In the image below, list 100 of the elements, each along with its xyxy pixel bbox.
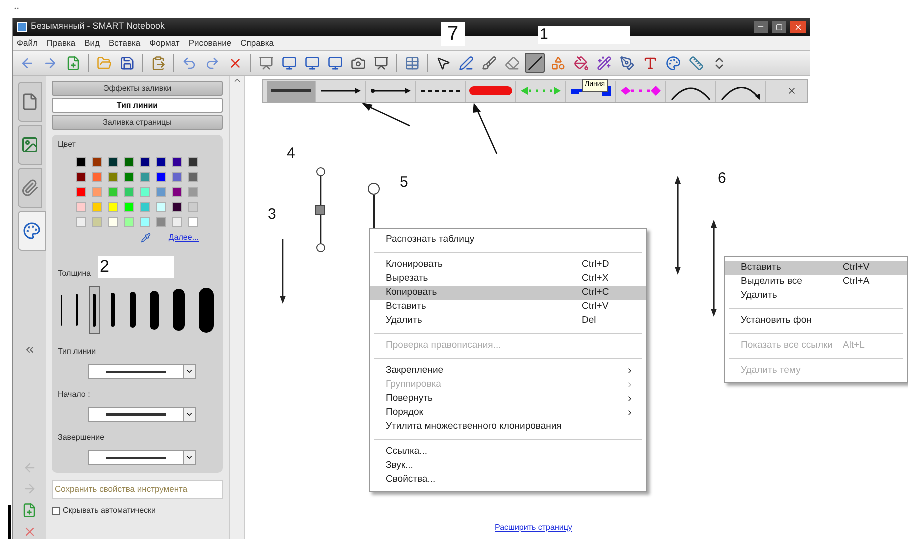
app-icon: [17, 22, 27, 32]
color-swatch[interactable]: [172, 172, 182, 182]
extend-page-link[interactable]: Расширить страницу: [495, 522, 572, 534]
side-tab[interactable]: [18, 82, 42, 122]
color-swatch[interactable]: [156, 172, 166, 182]
color-swatch[interactable]: [108, 187, 118, 197]
callout-box: 7: [441, 22, 465, 46]
scroll-up-icon[interactable]: [232, 76, 242, 85]
eyedropper-icon[interactable]: [140, 233, 151, 243]
color-swatch[interactable]: [124, 187, 134, 197]
margin-bar: [8, 505, 11, 539]
menu-item[interactable]: Удалить Del: [370, 314, 646, 328]
color-swatch[interactable]: [108, 157, 118, 167]
collapse-icon[interactable]: [24, 344, 36, 356]
line-style-dropdown[interactable]: [88, 364, 196, 379]
menu-item[interactable]: Вставить Ctrl+V: [370, 300, 646, 314]
close-button[interactable]: [790, 21, 806, 33]
color-swatch[interactable]: [124, 157, 134, 167]
thickness-option[interactable]: [89, 286, 100, 334]
minimize-button[interactable]: [754, 21, 768, 33]
color-swatch[interactable]: [140, 157, 150, 167]
color-swatch[interactable]: [124, 172, 134, 182]
more-colors-link[interactable]: Далее...: [168, 232, 199, 244]
color-swatch[interactable]: [172, 157, 182, 167]
color-swatch[interactable]: [156, 217, 166, 227]
color-swatch[interactable]: [92, 157, 102, 167]
menu-bar-item[interactable]: Правка: [46, 36, 76, 50]
property-tab[interactable]: Тип линии: [52, 98, 223, 113]
color-swatch[interactable]: [140, 187, 150, 197]
property-tab[interactable]: Эффекты заливки: [52, 81, 223, 96]
menu-item[interactable]: Удалить: [725, 289, 907, 303]
color-swatch[interactable]: [156, 202, 166, 212]
side-tab[interactable]: [18, 168, 42, 208]
color-swatch[interactable]: [140, 172, 150, 182]
magic-wand-icon: [596, 56, 612, 70]
line-style-dropdown[interactable]: [88, 450, 196, 465]
line-style-dropdown[interactable]: [88, 407, 196, 422]
color-swatch[interactable]: [76, 187, 86, 197]
save-icon: [120, 56, 134, 70]
property-tab[interactable]: Заливка страницы: [52, 115, 223, 130]
color-swatch[interactable]: [188, 187, 198, 197]
color-swatch[interactable]: [140, 202, 150, 212]
menu-bar-item[interactable]: Вставка: [109, 36, 141, 50]
color-swatch[interactable]: [124, 202, 134, 212]
toolbar-button[interactable]: [525, 53, 545, 73]
menu-item[interactable]: Выделить все Ctrl+A: [725, 275, 907, 289]
color-swatch[interactable]: [140, 217, 150, 227]
maximize-button[interactable]: [772, 21, 786, 33]
line-with-handle[interactable]: [368, 183, 380, 228]
menu-bar-item[interactable]: Формат: [150, 36, 180, 50]
color-label: Цвет: [58, 139, 77, 151]
color-swatch[interactable]: [92, 202, 102, 212]
menu-bar-item[interactable]: Справка: [240, 36, 274, 50]
menu-item[interactable]: Распознать таблицу: [370, 233, 646, 247]
color-swatch[interactable]: [156, 157, 166, 167]
menu-item[interactable]: Порядок: [370, 406, 646, 420]
color-swatch[interactable]: [188, 202, 198, 212]
side-tab[interactable]: [18, 211, 46, 251]
color-swatch[interactable]: [188, 157, 198, 167]
menu-item[interactable]: Вырезать Ctrl+X: [370, 272, 646, 286]
color-swatch[interactable]: [172, 202, 182, 212]
menu-item[interactable]: Закрепление: [370, 364, 646, 378]
menu-bar-item[interactable]: Рисование: [188, 36, 232, 50]
menu-item[interactable]: Повернуть: [370, 392, 646, 406]
menu-item[interactable]: Копировать Ctrl+C: [370, 286, 646, 300]
menu-item[interactable]: Вставить Ctrl+V: [725, 261, 907, 275]
menu-item[interactable]: Звук...: [370, 459, 646, 473]
color-swatch[interactable]: [76, 217, 86, 227]
menu-item[interactable]: Ссылка...: [370, 445, 646, 459]
color-swatch[interactable]: [76, 202, 86, 212]
color-swatch[interactable]: [172, 187, 182, 197]
menu-item[interactable]: Свойства...: [370, 473, 646, 487]
scrollbar[interactable]: [229, 76, 245, 539]
color-swatch[interactable]: [92, 172, 102, 182]
menu-item[interactable]: Установить фон: [725, 314, 907, 328]
color-swatch[interactable]: [108, 202, 118, 212]
save-properties-field[interactable]: Сохранить свойства инструмента: [52, 480, 223, 499]
color-swatch[interactable]: [92, 187, 102, 197]
menu-item[interactable]: Утилита множественного клонирования: [370, 420, 646, 434]
line-style-option[interactable]: [267, 80, 316, 102]
menu-item[interactable]: Клонировать Ctrl+D: [370, 258, 646, 272]
close-icon[interactable]: [787, 86, 797, 96]
side-tab[interactable]: [18, 125, 42, 165]
color-swatch[interactable]: [156, 187, 166, 197]
menu-bar-item[interactable]: Файл: [17, 36, 38, 50]
page-sorter-icon: [20, 93, 38, 111]
autohide-checkbox[interactable]: [52, 507, 60, 515]
add-page-icon[interactable]: [22, 503, 37, 518]
color-swatch[interactable]: [124, 217, 134, 227]
selected-line[interactable]: [316, 168, 326, 252]
color-swatch[interactable]: [188, 172, 198, 182]
paperclip-icon: [20, 179, 38, 197]
menu-bar-item[interactable]: Вид: [84, 36, 100, 50]
color-swatch[interactable]: [92, 217, 102, 227]
color-swatch[interactable]: [108, 172, 118, 182]
color-swatch[interactable]: [76, 172, 86, 182]
color-swatch[interactable]: [188, 217, 198, 227]
color-swatch[interactable]: [172, 217, 182, 227]
color-swatch[interactable]: [108, 217, 118, 227]
color-swatch[interactable]: [76, 157, 86, 167]
